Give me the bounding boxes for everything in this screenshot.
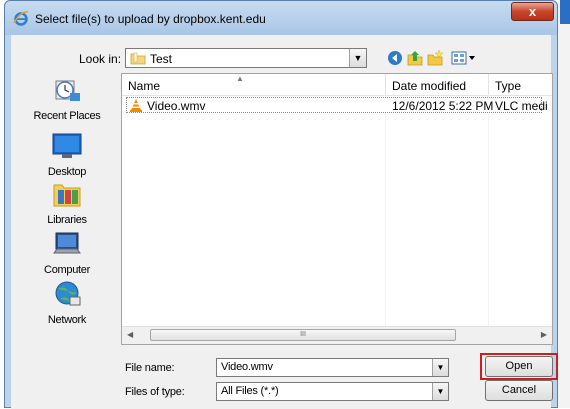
network-icon bbox=[55, 281, 81, 306]
new-folder-icon[interactable] bbox=[427, 50, 443, 66]
file-row[interactable]: Video.wmv 12/6/2012 5:22 PM VLC medi bbox=[126, 97, 548, 113]
column-divider[interactable] bbox=[385, 74, 386, 95]
recent-places-icon bbox=[55, 80, 80, 101]
place-label: Recent Places bbox=[33, 110, 101, 122]
look-in-dropdown[interactable]: Test ▼ bbox=[125, 48, 367, 68]
column-guide bbox=[488, 95, 489, 341]
file-name-value: Video.wmv bbox=[221, 361, 273, 373]
libraries-icon bbox=[53, 184, 81, 207]
place-libraries[interactable]: Libraries bbox=[15, 179, 119, 226]
place-label: Libraries bbox=[47, 214, 87, 226]
file-type-value: All Files (*.*) bbox=[221, 385, 279, 397]
folder-icon bbox=[130, 52, 146, 65]
file-list[interactable]: Name ▲ Date modified Type Video.wmv 12/6… bbox=[121, 73, 553, 345]
file-name-cell: Video.wmv bbox=[147, 99, 206, 113]
internet-explorer-icon bbox=[13, 11, 29, 26]
place-network[interactable]: Network bbox=[15, 279, 119, 326]
title-bar[interactable]: Select file(s) to upload by dropbox.kent… bbox=[5, 1, 557, 35]
column-header-date-modified[interactable]: Date modified bbox=[392, 79, 466, 93]
close-button[interactable]: x bbox=[511, 2, 554, 21]
computer-icon bbox=[53, 232, 81, 254]
place-computer[interactable]: Computer bbox=[15, 229, 119, 276]
file-date-cell: 12/6/2012 5:22 PM bbox=[392, 99, 494, 113]
file-type-cell: VLC medi bbox=[495, 99, 548, 113]
place-desktop[interactable]: Desktop bbox=[15, 131, 119, 178]
file-upload-dialog: Select file(s) to upload by dropbox.kent… bbox=[4, 0, 558, 409]
background-right-edge bbox=[558, 0, 570, 408]
column-header-row: Name ▲ Date modified Type bbox=[122, 74, 552, 96]
place-label: Desktop bbox=[47, 166, 87, 178]
place-label: Computer bbox=[44, 264, 90, 276]
scroll-left-icon[interactable]: ◀ bbox=[127, 330, 133, 339]
dialog-body: Look in: Test ▼ Recent Places Desktop Li… bbox=[11, 35, 558, 409]
background-accent bbox=[560, 0, 570, 24]
view-menu-icon[interactable] bbox=[451, 50, 477, 66]
column-header-name[interactable]: Name bbox=[128, 79, 160, 93]
column-divider[interactable] bbox=[488, 74, 489, 95]
back-icon[interactable] bbox=[387, 50, 403, 66]
scrollbar-thumb[interactable]: III bbox=[150, 329, 456, 341]
horizontal-scrollbar[interactable]: ◀ III ▶ bbox=[122, 326, 552, 344]
open-button-highlight bbox=[480, 353, 558, 380]
place-recent-places[interactable]: Recent Places bbox=[15, 75, 119, 122]
dialog-title: Select file(s) to upload by dropbox.kent… bbox=[35, 12, 266, 26]
chevron-down-icon[interactable]: ▼ bbox=[349, 49, 366, 67]
vlc-cone-icon bbox=[130, 99, 142, 112]
file-type-dropdown[interactable]: All Files (*.*) ▼ bbox=[216, 382, 449, 401]
look-in-value: Test bbox=[150, 52, 173, 66]
places-bar: Recent Places Desktop Libraries Computer… bbox=[15, 75, 119, 331]
look-in-label: Look in: bbox=[79, 52, 122, 66]
chevron-down-icon[interactable]: ▼ bbox=[432, 383, 448, 400]
desktop-icon bbox=[52, 133, 82, 158]
place-label: Network bbox=[47, 314, 87, 326]
column-guide bbox=[385, 95, 386, 341]
sort-ascending-icon: ▲ bbox=[236, 74, 244, 83]
file-type-label: Files of type: bbox=[125, 386, 185, 398]
file-name-label: File name: bbox=[125, 362, 175, 374]
up-folder-icon[interactable] bbox=[407, 50, 423, 66]
scroll-right-icon[interactable]: ▶ bbox=[541, 330, 547, 339]
column-header-type[interactable]: Type bbox=[495, 79, 521, 93]
file-name-input[interactable]: Video.wmv ▼ bbox=[216, 358, 449, 377]
chevron-down-icon[interactable]: ▼ bbox=[432, 359, 448, 376]
cancel-button[interactable]: Cancel bbox=[485, 380, 553, 401]
